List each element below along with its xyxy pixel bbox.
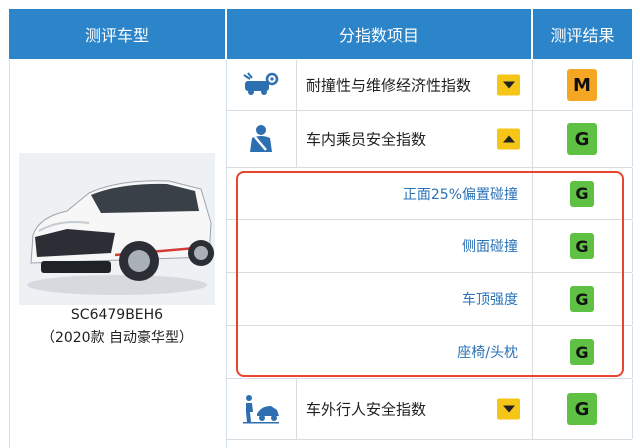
rating-table: 测评车型 分指数项目 测评结果 耐撞性与维修经济性指数 M 车内乘员安全指数 G… (9, 0, 633, 448)
index-label: 车内乘员安全指数 (306, 130, 427, 149)
index-row-pedestrian-safety[interactable]: 车外行人安全指数 G (226, 379, 633, 440)
subrow-frontal-offset: 正面25%偏置碰撞 G (226, 168, 633, 220)
rating-badge: G (570, 286, 594, 312)
subrow-label: 车顶强度 (462, 292, 518, 308)
rating-badge: M (567, 69, 597, 101)
header-result-column: 测评结果 (533, 9, 632, 59)
vehicle-model-code: SC6479BEH6 (70, 307, 164, 323)
subrow-label: 正面25%偏置碰撞 (402, 186, 518, 203)
subrow-label: 座椅/头枕 (457, 345, 518, 361)
header-index-column: 分指数项目 (227, 9, 531, 59)
pedestrian-icon (226, 379, 297, 439)
rating-badge: G (570, 233, 594, 259)
vehicle-model-description: （2020款 自动豪华型） (40, 330, 194, 346)
index-label: 耐撞性与维修经济性指数 (306, 76, 472, 95)
index-row-occupant-safety[interactable]: 车内乘员安全指数 G (226, 111, 633, 168)
rating-badge: G (567, 123, 597, 155)
seatbelt-icon (226, 111, 297, 167)
rating-badge: G (570, 339, 594, 365)
index-grid: 耐撞性与维修经济性指数 M 车内乘员安全指数 G 正面25%偏置碰撞 G 侧面碰… (226, 60, 633, 448)
index-row-crash-repair[interactable]: 耐撞性与维修经济性指数 M (226, 60, 633, 111)
rating-badge: G (570, 180, 594, 207)
chevron-down-icon[interactable] (497, 74, 520, 96)
subrow-seat-headrest: 座椅/头枕 G (226, 326, 633, 379)
chevron-down-icon[interactable] (497, 398, 520, 420)
index-label: 车外行人安全指数 (306, 400, 427, 419)
repair-icon (226, 60, 297, 110)
chevron-up-icon[interactable] (497, 128, 520, 150)
subrow-label: 侧面碰撞 (462, 239, 518, 255)
subrow-side-impact: 侧面碰撞 G (226, 220, 633, 273)
vehicle-photo (19, 153, 215, 305)
header-model-column: 测评车型 (9, 9, 225, 59)
subrow-roof-strength: 车顶强度 G (226, 273, 633, 326)
rating-badge: G (567, 393, 597, 425)
